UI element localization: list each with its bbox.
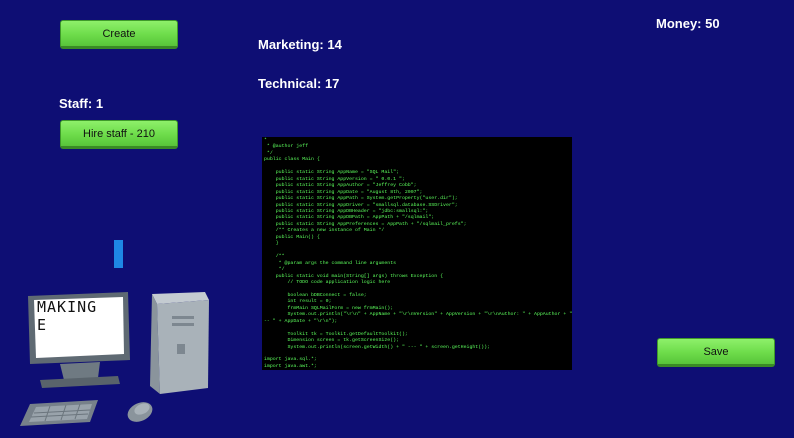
computer-tower-icon xyxy=(150,292,209,394)
staff-count: Staff: 1 xyxy=(59,96,104,111)
money-stat: Money: 50 xyxy=(656,16,720,31)
marketing-stat: Marketing: 14 xyxy=(258,37,342,52)
code-line: System.out.println("\r\n" + AppName + "\… xyxy=(264,312,572,318)
hire-staff-button[interactable]: Hire staff - 210 xyxy=(60,120,178,149)
code-text: * * @author jeff */public class Main { p… xyxy=(262,137,572,370)
monitor-screen-text: MAKING E xyxy=(37,298,108,334)
create-button[interactable]: Create xyxy=(60,20,178,49)
keyboard-icon xyxy=(20,400,98,426)
save-button[interactable]: Save xyxy=(657,338,775,367)
progress-indicator xyxy=(114,240,123,268)
mouse-icon xyxy=(127,402,153,422)
technical-stat: Technical: 17 xyxy=(258,76,340,91)
code-line: import java.awt.*; xyxy=(264,363,317,369)
code-display: * * @author jeff */public class Main { p… xyxy=(262,137,572,370)
